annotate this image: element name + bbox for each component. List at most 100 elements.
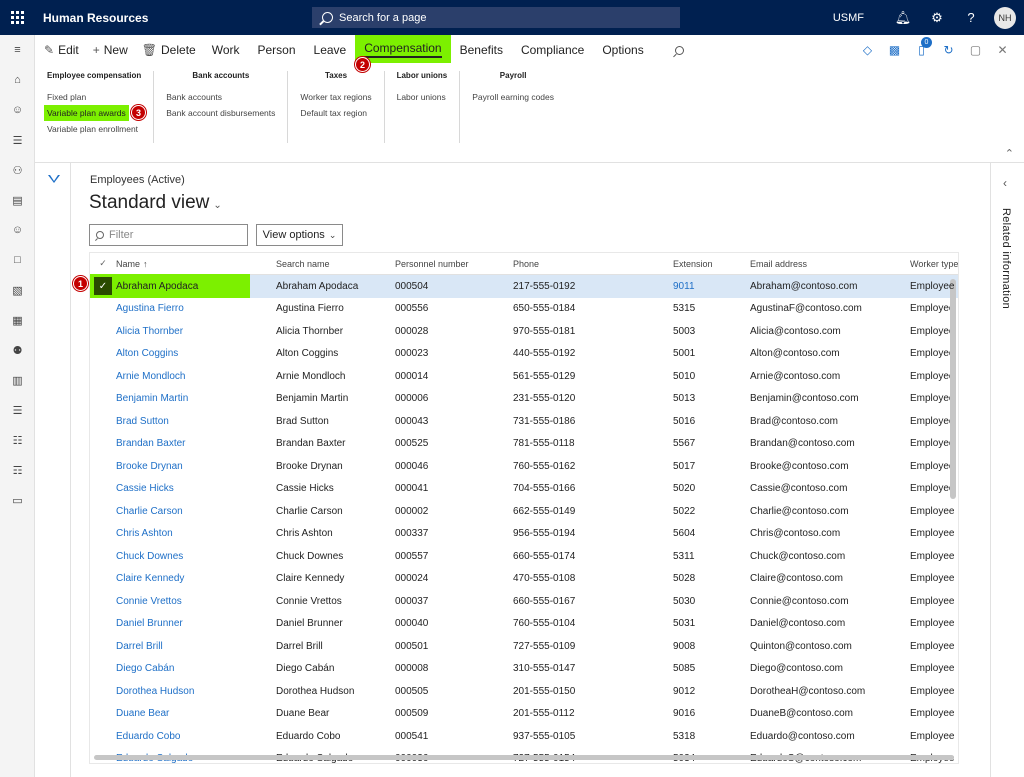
nav-people-icon[interactable]: ☺ — [0, 95, 35, 125]
menu-bank-account-disbursements[interactable]: Bank account disbursements — [166, 105, 275, 121]
menu-variable-plan-awards[interactable]: Variable plan awards — [44, 105, 141, 121]
cell-name[interactable]: Alicia Thornber — [116, 326, 276, 337]
nav-hierarchy-icon[interactable]: ☶ — [0, 455, 35, 485]
table-row[interactable]: Brad Sutton Brad Sutton 000043 731-555-0186… — [90, 410, 958, 433]
chevron-left-icon[interactable]: ‹ — [1003, 176, 1007, 190]
horizontal-scrollbar[interactable] — [94, 755, 954, 760]
cell-name[interactable]: Darrel Brill — [116, 641, 276, 652]
table-row[interactable]: Diego Cabán Diego Cabán 000008 310-555-0147… — [90, 658, 958, 681]
avatar[interactable]: NH — [994, 6, 1016, 29]
table-row[interactable]: Dorothea Hudson Dorothea Hudson 000505 201-… — [90, 680, 958, 703]
nav-document-icon[interactable]: □ — [0, 245, 35, 275]
table-row[interactable]: Brandan Baxter Brandan Baxter 000525 781-55… — [90, 433, 958, 456]
cell-name[interactable]: Duane Bear — [116, 708, 276, 719]
table-row[interactable]: Alicia Thornber Alicia Thornber 000028 970-… — [90, 320, 958, 343]
column-header-worker-type[interactable]: Worker type — [910, 259, 958, 269]
office-icon[interactable]: ▩ — [881, 40, 908, 60]
nav-modules-icon[interactable]: ▭ — [0, 485, 35, 515]
cell-name[interactable]: Alton Coggins — [116, 348, 276, 359]
cell-name[interactable]: Brad Sutton — [116, 416, 276, 427]
vertical-scrollbar[interactable] — [950, 279, 956, 499]
table-row[interactable]: Connie Vrettos Connie Vrettos 000037 660-55… — [90, 590, 958, 613]
menu-labor-unions[interactable]: Labor unions — [397, 89, 448, 105]
column-header-extension[interactable]: Extension — [673, 259, 750, 269]
table-row[interactable]: Arnie Mondloch Arnie Mondloch 000014 561-55… — [90, 365, 958, 388]
table-row[interactable]: Daniel Brunner Daniel Brunner 000040 760-55… — [90, 613, 958, 636]
tab-compliance[interactable]: Compliance — [512, 35, 593, 65]
nav-calendar-icon[interactable]: ▦ — [0, 305, 35, 335]
cell-name[interactable]: Brandan Baxter — [116, 438, 276, 449]
cell-name[interactable]: Abraham Apodaca — [116, 281, 276, 292]
cell-name[interactable]: Dorothea Hudson — [116, 686, 276, 697]
table-row[interactable]: Eduardo Cobo Eduardo Cobo 000541 937-555-01… — [90, 725, 958, 748]
column-header-email[interactable]: Email address — [750, 259, 910, 269]
page-search-box[interactable]: Search for a page — [312, 7, 680, 28]
tab-options[interactable]: Options — [593, 35, 652, 65]
filter-pane-toggle[interactable] — [35, 163, 71, 777]
table-row[interactable]: Darrel Brill Darrel Brill 000501 727-555-01… — [90, 635, 958, 658]
nav-person-doc-icon[interactable]: ☰ — [0, 125, 35, 155]
column-header-phone[interactable]: Phone — [513, 259, 673, 269]
view-options-button[interactable]: View options ⌄ — [256, 224, 343, 246]
popout-icon[interactable]: ▢ — [962, 40, 989, 60]
tab-compensation[interactable]: Compensation — [355, 35, 451, 63]
cell-name[interactable]: Charlie Carson — [116, 506, 276, 517]
nav-org-icon[interactable]: ☷ — [0, 425, 35, 455]
hamburger-icon[interactable]: ≡ — [0, 35, 35, 65]
cell-name[interactable]: Chuck Downes — [116, 551, 276, 562]
bell-icon[interactable]: 🔔︎ — [886, 0, 920, 35]
diamond-icon[interactable]: ◇ — [854, 40, 881, 60]
menu-fixed-plan[interactable]: Fixed plan — [47, 89, 141, 105]
nav-group-icon[interactable]: ⚇ — [0, 155, 35, 185]
message-icon[interactable]: ▯ 0 — [908, 37, 935, 60]
chevron-up-icon[interactable]: ⌃ — [1005, 147, 1014, 160]
column-header-name[interactable]: Name ↑ — [116, 259, 276, 269]
filter-input[interactable]: Filter — [89, 224, 248, 246]
menu-variable-plan-enrollment[interactable]: Variable plan enrollment — [47, 121, 141, 137]
nav-team-icon[interactable]: ⚉ — [0, 335, 35, 365]
table-row[interactable]: Charlie Carson Charlie Carson 000002 662-55… — [90, 500, 958, 523]
tab-leave[interactable]: Leave — [305, 35, 356, 65]
nav-clipboard-icon[interactable]: ▤ — [0, 185, 35, 215]
select-all-checkbox[interactable]: ✓ — [90, 258, 116, 269]
cell-name[interactable]: Diego Cabán — [116, 663, 276, 674]
row-checkbox[interactable]: ✓ — [90, 277, 116, 296]
table-row[interactable]: Claire Kennedy Claire Kennedy 000024 470-55… — [90, 568, 958, 591]
new-button[interactable]: + New — [86, 35, 135, 65]
column-header-search-name[interactable]: Search name — [276, 259, 395, 269]
help-icon[interactable]: ? — [954, 0, 988, 35]
tab-work[interactable]: Work — [203, 35, 249, 65]
delete-button[interactable]: 🗑︎ Delete — [135, 35, 203, 65]
table-row[interactable]: Chris Ashton Chris Ashton 000337 956-555-01… — [90, 523, 958, 546]
cell-name[interactable]: Claire Kennedy — [116, 573, 276, 584]
table-row[interactable]: Cassie Hicks Cassie Hicks 000041 704-555-01… — [90, 478, 958, 501]
cell-name[interactable]: Agustina Fierro — [116, 303, 276, 314]
table-row[interactable]: Benjamin Martin Benjamin Martin 000006 231-… — [90, 388, 958, 411]
nav-document-edit-icon[interactable]: ▧ — [0, 275, 35, 305]
table-row[interactable]: Alton Coggins Alton Coggins 000023 440-555-… — [90, 343, 958, 366]
cell-name[interactable]: Eduardo Cobo — [116, 731, 276, 742]
cell-name[interactable]: Connie Vrettos — [116, 596, 276, 607]
tab-benefits[interactable]: Benefits — [451, 35, 512, 65]
nav-report-icon[interactable]: ▥ — [0, 365, 35, 395]
home-icon[interactable]: ⌂ — [0, 65, 35, 95]
close-icon[interactable]: ✕ — [989, 40, 1016, 60]
table-row[interactable]: Agustina Fierro Agustina Fierro 000556 650-… — [90, 298, 958, 321]
nav-person-icon[interactable]: ☺ — [0, 215, 35, 245]
table-row[interactable]: Chuck Downes Chuck Downes 000557 660-555-01… — [90, 545, 958, 568]
table-row[interactable]: Brooke Drynan Brooke Drynan 000046 760-555-… — [90, 455, 958, 478]
column-header-personnel-number[interactable]: Personnel number — [395, 259, 513, 269]
cell-name[interactable]: Arnie Mondloch — [116, 371, 276, 382]
edit-button[interactable]: ✎ Edit — [37, 35, 86, 65]
cell-name[interactable]: Brooke Drynan — [116, 461, 276, 472]
menu-worker-tax-regions[interactable]: Worker tax regions — [300, 89, 371, 105]
cell-name[interactable]: Benjamin Martin — [116, 393, 276, 404]
menu-payroll-earning-codes[interactable]: Payroll earning codes — [472, 89, 554, 105]
gear-icon[interactable]: ⚙ — [920, 0, 954, 35]
menu-bank-accounts[interactable]: Bank accounts — [166, 89, 275, 105]
view-selector[interactable]: Standard view ⌄ — [89, 192, 222, 214]
related-information-pane[interactable]: ‹ Related information — [990, 163, 1024, 777]
cell-name[interactable]: Cassie Hicks — [116, 483, 276, 494]
company-picker[interactable]: USMF — [833, 12, 864, 24]
app-launcher-button[interactable] — [0, 0, 35, 35]
